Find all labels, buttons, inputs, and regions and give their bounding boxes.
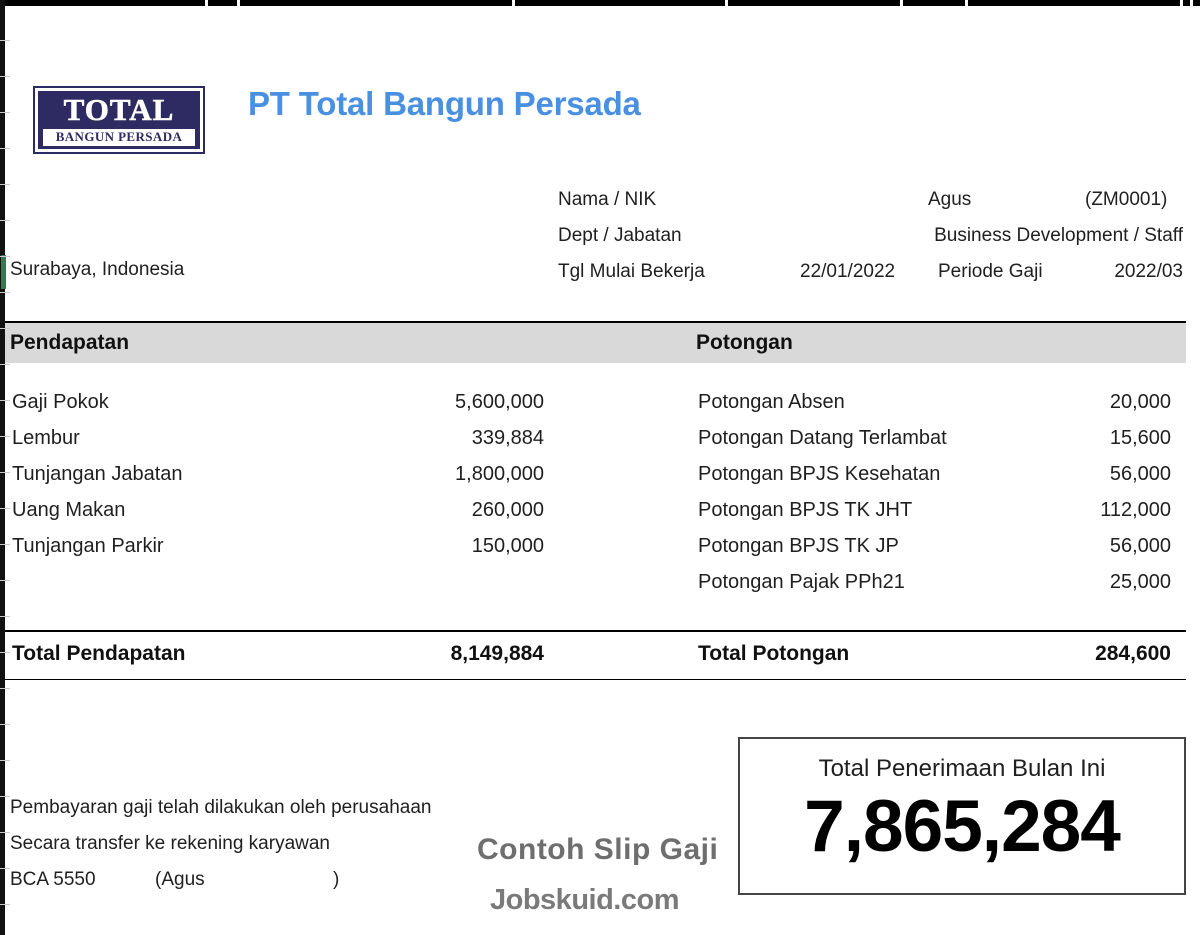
spreadsheet-top-bar [0,0,1200,6]
payment-note-line-1: Pembayaran gaji telah dilakukan oleh per… [10,797,432,818]
section-header-earnings: Pendapatan [10,331,130,354]
column-divider [205,0,208,6]
value-periode-gaji: 2022/03 [1114,261,1183,282]
row-divider [0,364,10,365]
column-divider [725,0,728,6]
section-header-deductions: Potongan [696,331,793,354]
net-pay-box: Total Penerimaan Bulan Ini 7,865,284 [738,737,1186,895]
label-dept-jabatan: Dept / Jabatan [558,225,682,246]
net-pay-amount: 7,865,284 [804,786,1121,867]
total-deductions-label: Total Potongan [698,642,850,665]
payslip-page: TOTAL BANGUN PERSADA PT Total Bangun Per… [0,0,1200,935]
column-divider [512,0,515,6]
company-city: Surabaya, Indonesia [10,259,185,280]
deduction-item-amount: 56,000 [1109,535,1171,557]
deduction-item-name: Potongan Absen [698,391,845,413]
row-divider [0,40,10,41]
deduction-item-amount: 15,600 [1109,427,1171,449]
payment-note-line-2: Secara transfer ke rekening karyawan [10,833,330,854]
row-divider [0,184,10,185]
earning-item-amount: 5,600,000 [455,391,544,413]
deduction-item-amount: 56,000 [1109,463,1171,485]
deduction-item-amount: 25,000 [1109,571,1171,593]
value-nik: (ZM0001) [1085,189,1168,210]
value-dept-jabatan: Business Development / Staff [934,225,1183,246]
bank-holder-paren-close: ) [333,869,340,890]
row-divider [0,472,10,473]
row-divider [0,724,10,725]
earning-item-amount: 150,000 [471,535,544,557]
value-tgl-mulai-bekerja: 22/01/2022 [800,261,896,282]
company-title: PT Total Bangun Persada [248,85,641,122]
row-divider [0,292,10,293]
row-divider [0,112,10,113]
row-divider [0,580,10,581]
spreadsheet-left-bar [0,0,5,935]
row-divider [0,796,10,797]
column-divider [965,0,968,6]
row-divider [0,760,10,761]
row-divider [0,832,10,833]
row-divider [0,616,10,617]
totals-rule-bottom [5,679,1186,680]
earning-item-name: Uang Makan [12,499,126,521]
row-divider [0,652,10,653]
earning-item-name: Gaji Pokok [12,391,109,413]
row-divider [0,904,10,905]
logo-sub-text: BANGUN PERSADA [55,129,183,144]
watermark-sample-label: Contoh Slip Gaji [477,833,719,866]
row-divider [0,220,10,221]
earning-item-name: Lembur [12,427,80,449]
column-divider [1180,0,1183,6]
deduction-item-amount: 112,000 [1100,499,1171,521]
deduction-item-name: Potongan BPJS Kesehatan [698,463,941,485]
earning-item-amount: 1,800,000 [455,463,544,485]
section-header-band [5,323,1186,363]
bank-account-holder: (Agus [155,869,205,890]
net-pay-label: Total Penerimaan Bulan Ini [818,755,1106,782]
deduction-item-name: Potongan Datang Terlambat [698,427,947,449]
deduction-item-amount: 20,000 [1109,391,1171,413]
company-logo: TOTAL BANGUN PERSADA [33,86,205,154]
active-cell-marker [1,255,6,289]
label-periode-gaji: Periode Gaji [938,261,1043,282]
deduction-item-name: Potongan BPJS TK JHT [698,499,913,521]
row-divider [0,688,10,689]
total-earnings-amount: 8,149,884 [450,642,544,665]
label-tgl-mulai-bekerja: Tgl Mulai Bekerja [558,261,705,282]
logo-main-text: TOTAL [63,92,175,128]
logo-sub-band: BANGUN PERSADA [42,129,196,146]
row-divider [0,868,10,869]
column-divider [1190,0,1193,6]
column-divider [900,0,903,6]
total-earnings-label: Total Pendapatan [12,642,186,665]
row-divider [0,328,10,329]
row-divider [0,436,10,437]
row-divider [0,400,10,401]
total-deductions-amount: 284,600 [1095,642,1171,665]
value-nama: Agus [928,189,972,210]
earning-item-amount: 260,000 [471,499,544,521]
earning-item-name: Tunjangan Parkir [12,535,164,557]
bank-account-number: BCA 5550 [10,869,96,890]
totals-rule-top [5,630,1186,632]
row-divider [0,148,10,149]
earning-item-amount: 339,884 [471,427,544,449]
row-divider [0,508,10,509]
row-divider [0,76,10,77]
deduction-item-name: Potongan Pajak PPh21 [698,571,905,593]
watermark-site-label: Jobskuid.com [490,884,680,916]
row-divider [0,256,10,257]
column-divider [237,0,240,6]
earning-item-name: Tunjangan Jabatan [12,463,183,485]
logo-plate: TOTAL BANGUN PERSADA [38,91,200,149]
deduction-item-name: Potongan BPJS TK JP [698,535,899,557]
row-divider [0,544,10,545]
label-nama-nik: Nama / NIK [558,189,657,210]
